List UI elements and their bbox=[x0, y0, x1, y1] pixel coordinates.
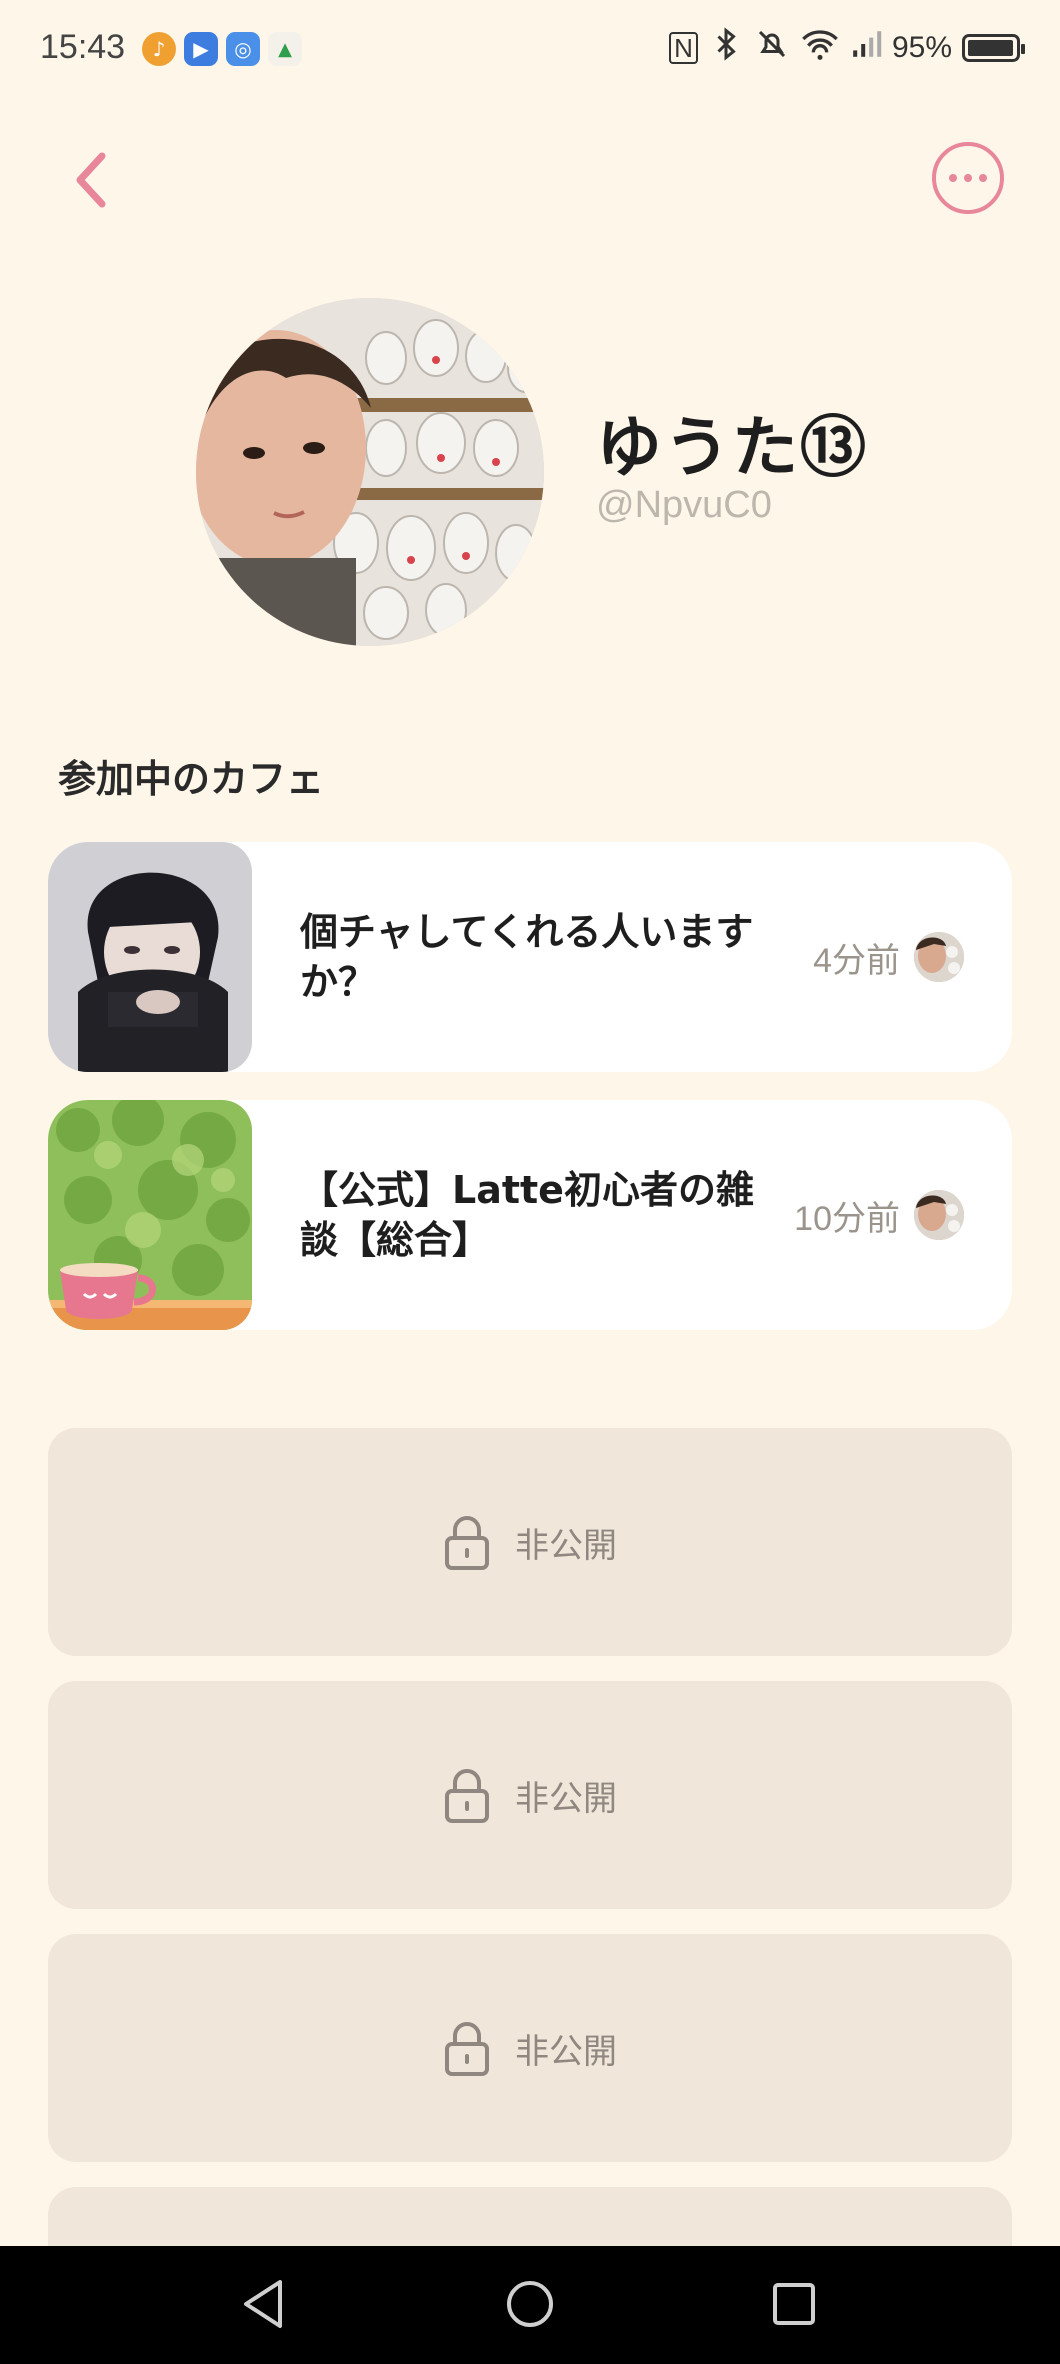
cafe-title: 【公式】Latte初心者の雑談【総合】 bbox=[300, 1168, 754, 1262]
status-indicators: N 95% bbox=[669, 26, 1025, 70]
cafe-thumbnail bbox=[48, 1100, 252, 1330]
battery-percent: 95% bbox=[891, 31, 952, 64]
private-label: 非公開 bbox=[515, 1525, 617, 1566]
cafe-updated-time: 4分前 bbox=[813, 941, 900, 980]
square-recents-icon bbox=[773, 2283, 815, 2325]
profile-avatar-image bbox=[196, 298, 544, 646]
more-horizontal-icon bbox=[949, 174, 957, 182]
chevron-left-icon bbox=[76, 152, 106, 208]
private-cafe-card: 非公開 bbox=[48, 1934, 1012, 2162]
chrome-app-icon: ◎ bbox=[226, 32, 260, 66]
wifi-icon bbox=[800, 26, 840, 70]
keep-app-icon: ▲ bbox=[268, 32, 302, 66]
private-label: 非公開 bbox=[515, 1778, 617, 1819]
profile-avatar[interactable] bbox=[196, 298, 544, 646]
status-time: 15:43 bbox=[40, 28, 126, 66]
signal-icon bbox=[850, 28, 882, 68]
cafe-member-avatar bbox=[914, 1190, 964, 1240]
nfc-icon: N bbox=[669, 32, 698, 64]
private-cafe-card: 非公開 bbox=[48, 1681, 1012, 1909]
cafe-updated-time: 10分前 bbox=[794, 1199, 900, 1238]
cafe-member-avatar bbox=[914, 932, 964, 982]
private-label: 非公開 bbox=[515, 2031, 617, 2072]
lock-icon bbox=[445, 1769, 489, 1823]
lock-icon bbox=[445, 1516, 489, 1570]
nav-back-button[interactable] bbox=[232, 2272, 296, 2336]
system-nav-bar bbox=[0, 2246, 1060, 2364]
section-title: 参加中のカフェ bbox=[58, 757, 325, 801]
cafe-title: 個チャしてくれる人いますか？ bbox=[300, 910, 754, 1004]
bluetooth-icon bbox=[708, 26, 744, 70]
nav-recents-button[interactable] bbox=[762, 2272, 826, 2336]
music-app-icon: ♪ bbox=[142, 32, 176, 66]
back-button[interactable] bbox=[60, 142, 124, 218]
status-app-icons: ♪ ▶ ◎ ▲ bbox=[142, 32, 302, 66]
mute-icon bbox=[754, 26, 790, 70]
more-options-button[interactable] bbox=[932, 142, 1004, 214]
status-bar: 15:43 ♪ ▶ ◎ ▲ N 95% bbox=[0, 0, 1060, 100]
lock-icon bbox=[445, 2022, 489, 2076]
circle-home-icon bbox=[507, 2281, 553, 2327]
cafe-card[interactable]: 【公式】Latte初心者の雑談【総合】 10分前 bbox=[48, 1100, 1012, 1330]
youtube-app-icon: ▶ bbox=[184, 32, 218, 66]
triangle-back-icon bbox=[244, 2280, 282, 2328]
profile-name: ゆうた⑬ bbox=[596, 409, 868, 486]
battery-icon bbox=[962, 34, 1025, 62]
nav-home-button[interactable] bbox=[498, 2272, 562, 2336]
cafe-thumbnail bbox=[48, 842, 252, 1072]
private-cafe-card: 非公開 bbox=[48, 1428, 1012, 1656]
cafe-card[interactable]: 個チャしてくれる人いますか？ 4分前 bbox=[48, 842, 1012, 1072]
profile-handle: @NpvuC0 bbox=[596, 484, 772, 526]
